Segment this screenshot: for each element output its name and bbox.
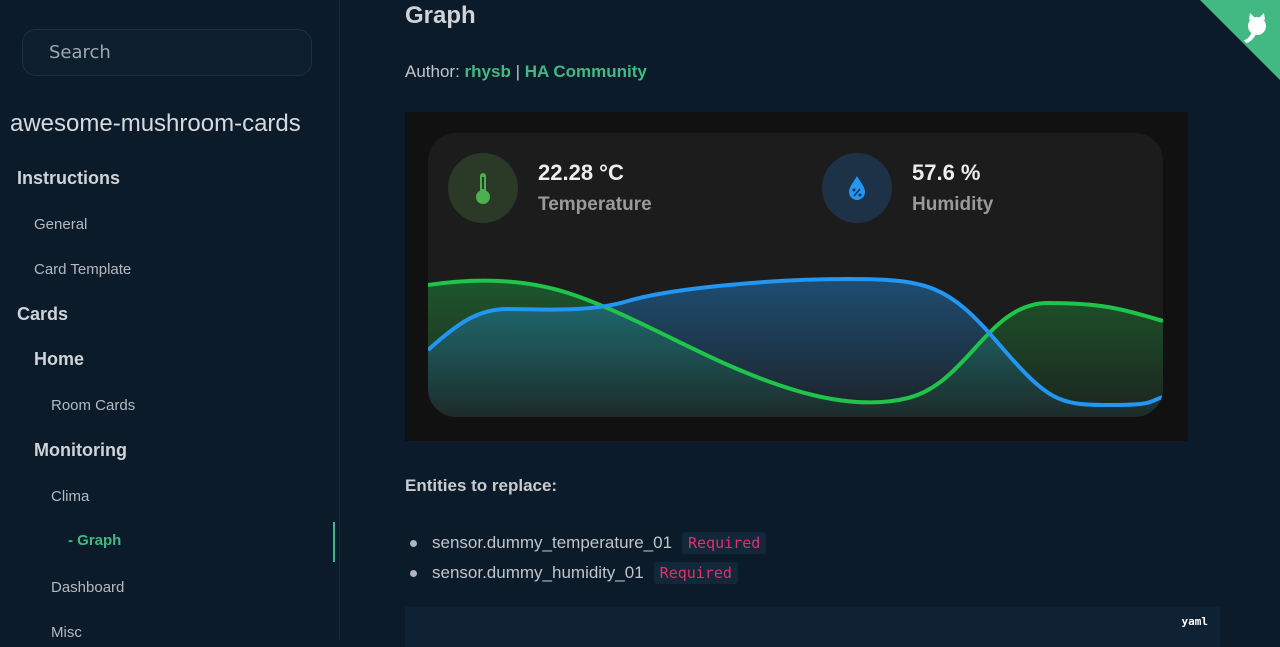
search-input[interactable]: Search	[22, 29, 312, 76]
sidebar-item-home[interactable]: Home	[34, 349, 84, 370]
sidebar-item-card-template[interactable]: Card Template	[34, 261, 131, 278]
repo-title[interactable]: awesome-mushroom-cards	[10, 110, 301, 138]
sidebar-item-general[interactable]: General	[34, 216, 87, 233]
separator: |	[515, 62, 520, 81]
author-label: Author:	[405, 62, 460, 81]
sidebar-item-clima[interactable]: Clima	[51, 488, 89, 505]
list-item: sensor.dummy_temperature_01 Required	[410, 528, 767, 558]
code-lang-label: yaml	[1181, 615, 1209, 628]
sidebar-item-cards[interactable]: Cards	[17, 304, 68, 325]
sidebar-item-instructions[interactable]: Instructions	[17, 168, 120, 189]
sidebar-item-monitoring[interactable]: Monitoring	[34, 440, 127, 461]
history-graph	[428, 276, 1163, 417]
entities-heading: Entities to replace:	[405, 476, 558, 495]
graph-card-preview: 22.28 °C Temperature 57.6 % Humidity	[405, 112, 1188, 441]
author-link[interactable]: rhysb	[465, 62, 511, 81]
page-title: Graph	[405, 2, 476, 29]
entity-name: sensor.dummy_temperature_01	[432, 533, 673, 552]
github-corner-icon[interactable]	[1200, 0, 1280, 80]
sidebar: Search awesome-mushroom-cards Instructio…	[0, 0, 340, 641]
active-indicator	[333, 522, 335, 562]
sidebar-item-room-cards[interactable]: Room Cards	[51, 397, 135, 414]
list-item: sensor.dummy_humidity_01 Required	[410, 558, 766, 588]
community-link[interactable]: HA Community	[525, 62, 647, 81]
bullet	[410, 539, 417, 547]
sidebar-item-graph[interactable]: - Graph	[68, 532, 121, 549]
graph-card: 22.28 °C Temperature 57.6 % Humidity	[428, 133, 1163, 417]
sidebar-item-misc[interactable]: Misc	[51, 624, 82, 641]
search-placeholder: Search	[49, 42, 111, 63]
required-badge: Required	[653, 562, 738, 584]
author-line: Author: rhysb | HA Community	[405, 62, 647, 82]
code-block[interactable]: yaml	[405, 607, 1220, 647]
bullet	[410, 569, 417, 577]
required-badge: Required	[682, 532, 767, 554]
sidebar-item-dashboard[interactable]: Dashboard	[51, 579, 124, 596]
entities-list: sensor.dummy_temperature_01 Required sens…	[410, 528, 767, 588]
entity-name: sensor.dummy_humidity_01	[432, 563, 644, 582]
